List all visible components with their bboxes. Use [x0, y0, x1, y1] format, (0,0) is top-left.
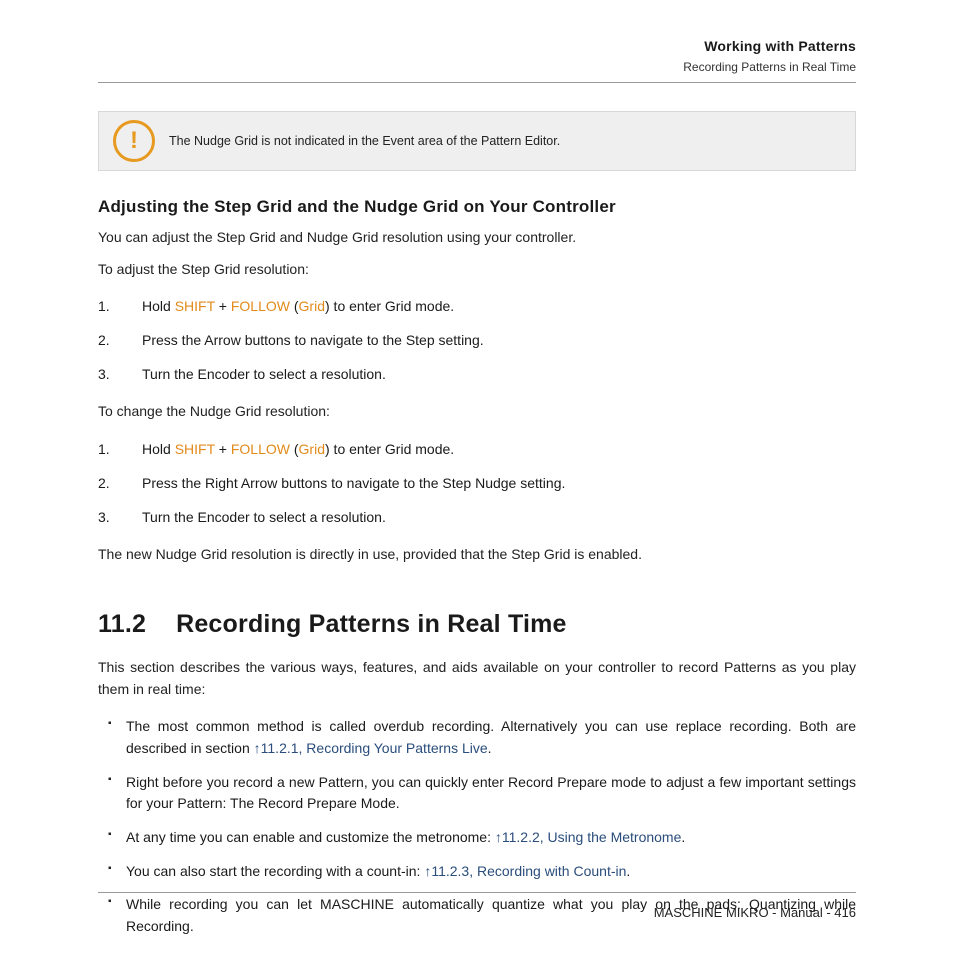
step-item: Press the Right Arrow buttons to navigat… — [98, 467, 856, 501]
key-shift: SHIFT — [175, 298, 215, 314]
page-footer: MASCHINE MIKRO - Manual - 416 — [98, 892, 856, 920]
list-item: Right before you record a new Pattern, y… — [98, 766, 856, 821]
step-item: Press the Arrow buttons to navigate to t… — [98, 324, 856, 358]
step-text: ) to enter Grid mode. — [325, 441, 454, 457]
step-item: Turn the Encoder to select a resolution. — [98, 501, 856, 535]
exclamation-icon: ! — [130, 129, 138, 153]
xref-link-11-2-2[interactable]: ↑11.2.2, Using the Metronome — [495, 829, 682, 845]
step-text: ) to enter Grid mode. — [325, 298, 454, 314]
warning-icon: ! — [113, 120, 155, 162]
steps-list-nudgegrid: Hold SHIFT + FOLLOW (Grid) to enter Grid… — [98, 433, 856, 534]
key-grid: Grid — [299, 441, 325, 457]
section-heading-11-2: 11.2 Recording Patterns in Real Time — [98, 610, 856, 639]
list-item: At any time you can enable and customize… — [98, 821, 856, 855]
body-text: This section describes the various ways,… — [98, 657, 856, 700]
steps-list-stepgrid: Hold SHIFT + FOLLOW (Grid) to enter Grid… — [98, 290, 856, 391]
step-item: Turn the Encoder to select a resolution. — [98, 358, 856, 392]
body-text: You can adjust the Step Grid and Nudge G… — [98, 227, 856, 249]
key-follow: FOLLOW — [231, 441, 290, 457]
page-header: Working with Patterns Recording Patterns… — [98, 38, 856, 83]
body-text: To adjust the Step Grid resolution: — [98, 259, 856, 281]
list-text: At any time you can enable and customize… — [126, 829, 495, 845]
page: Working with Patterns Recording Patterns… — [0, 0, 954, 944]
header-chapter-title: Working with Patterns — [98, 38, 856, 54]
step-text: + — [215, 441, 231, 457]
xref-link-11-2-3[interactable]: ↑11.2.3, Recording with Count-in — [424, 863, 626, 879]
body-text: To change the Nudge Grid resolution: — [98, 401, 856, 423]
step-text: ( — [290, 441, 299, 457]
section-number: 11.2 — [98, 610, 146, 639]
warning-callout: ! The Nudge Grid is not indicated in the… — [98, 111, 856, 171]
header-section-title: Recording Patterns in Real Time — [98, 60, 856, 74]
list-text: . — [626, 863, 630, 879]
section-title: Recording Patterns in Real Time — [176, 610, 567, 638]
step-item: Hold SHIFT + FOLLOW (Grid) to enter Grid… — [98, 290, 856, 324]
list-item: You can also start the recording with a … — [98, 855, 856, 889]
step-text: Hold — [142, 298, 175, 314]
step-text: ( — [290, 298, 299, 314]
step-text: Hold — [142, 441, 175, 457]
list-text: . — [488, 740, 492, 756]
callout-text: The Nudge Grid is not indicated in the E… — [169, 134, 560, 148]
step-item: Hold SHIFT + FOLLOW (Grid) to enter Grid… — [98, 433, 856, 467]
step-text: + — [215, 298, 231, 314]
body-text: The new Nudge Grid resolution is directl… — [98, 544, 856, 566]
list-item: The most common method is called overdub… — [98, 710, 856, 765]
list-text: You can also start the recording with a … — [126, 863, 424, 879]
xref-link-11-2-1[interactable]: ↑11.2.1, Recording Your Patterns Live — [254, 740, 488, 756]
key-shift: SHIFT — [175, 441, 215, 457]
subheading-adjusting-grid: Adjusting the Step Grid and the Nudge Gr… — [98, 197, 856, 217]
key-follow: FOLLOW — [231, 298, 290, 314]
key-grid: Grid — [299, 298, 325, 314]
list-text: . — [681, 829, 685, 845]
